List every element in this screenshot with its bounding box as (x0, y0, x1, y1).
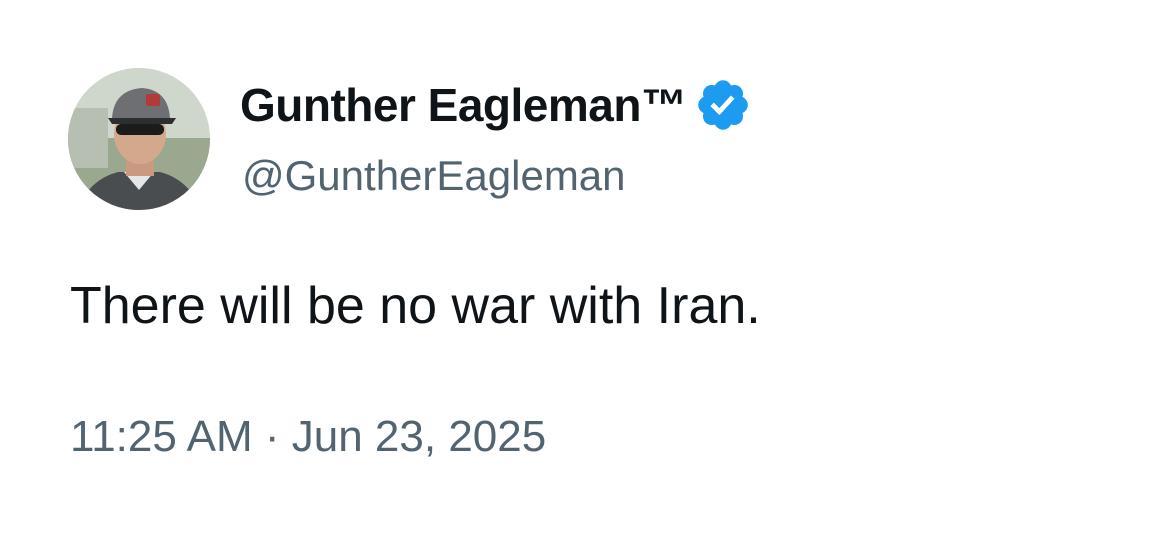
tweet: Gunther Eagleman™ @GuntherEagleman There… (0, 0, 1173, 554)
avatar-image (68, 68, 210, 210)
meta-separator: · (264, 412, 280, 461)
tweet-text: There will be no war with Iran. (70, 277, 761, 335)
tweet-timestamp[interactable]: 11:25 AM · Jun 23, 2025 (70, 412, 546, 462)
username-handle[interactable]: @GuntherEagleman (242, 152, 626, 200)
author-name-row: Gunther Eagleman™ (240, 76, 752, 134)
display-name[interactable]: Gunther Eagleman™ (240, 78, 687, 132)
tweet-time: 11:25 AM (70, 412, 253, 461)
verified-badge-icon (694, 76, 752, 134)
avatar[interactable] (68, 68, 210, 210)
tweet-date: Jun 23, 2025 (291, 412, 547, 461)
